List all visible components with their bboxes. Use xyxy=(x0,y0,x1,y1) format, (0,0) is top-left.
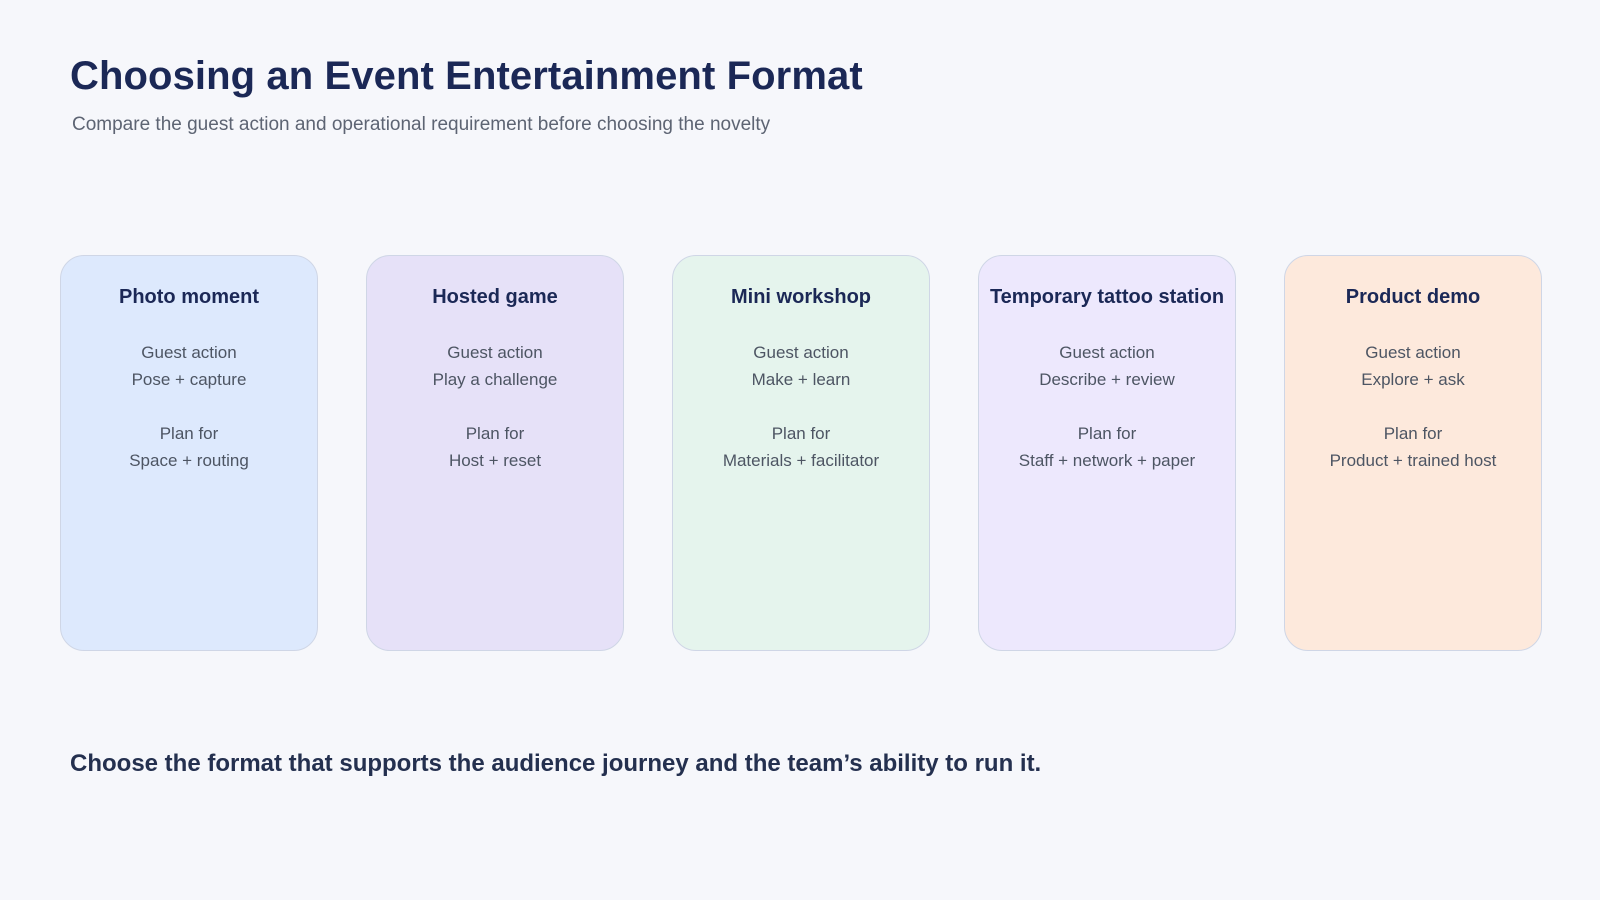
plan-for-value: Host + reset xyxy=(448,451,542,470)
guest-action-value: Make + learn xyxy=(751,370,851,389)
page-title: Choosing an Event Entertainment Format xyxy=(70,54,863,98)
page-subtitle: Compare the guest action and operational… xyxy=(72,114,771,135)
card-title: Photo moment xyxy=(119,286,259,308)
slide: Choosing an Event Entertainment Format C… xyxy=(0,0,1600,900)
card-title: Temporary tattoo station xyxy=(989,286,1225,308)
guest-action-value: Play a challenge xyxy=(432,370,558,389)
plan-for-value: Staff + network + paper xyxy=(1018,451,1196,470)
plan-for-label: Plan for xyxy=(1077,424,1137,443)
plan-for-label: Plan for xyxy=(1383,424,1443,443)
card-title: Hosted game xyxy=(432,286,558,308)
guest-action-value: Pose + capture xyxy=(131,370,247,389)
guest-action-label: Guest action xyxy=(447,343,543,362)
plan-for-value: Product + trained host xyxy=(1329,451,1497,470)
card-mini-workshop: Mini workshop Guest action Make + learn … xyxy=(672,255,930,651)
card-title: Product demo xyxy=(1345,286,1481,308)
guest-action-label: Guest action xyxy=(141,343,237,362)
guest-action-label: Guest action xyxy=(1059,343,1155,362)
card-product-demo: Product demo Guest action Explore + ask … xyxy=(1284,255,1542,651)
footer-takeaway: Choose the format that supports the audi… xyxy=(70,750,1042,777)
card-temporary-tattoo-station: Temporary tattoo station Guest action De… xyxy=(978,255,1236,651)
guest-action-label: Guest action xyxy=(1365,343,1461,362)
card-title: Mini workshop xyxy=(731,286,871,308)
card-photo-moment: Photo moment Guest action Pose + capture… xyxy=(60,255,318,651)
plan-for-label: Plan for xyxy=(159,424,219,443)
plan-for-label: Plan for xyxy=(771,424,831,443)
card-hosted-game: Hosted game Guest action Play a challeng… xyxy=(366,255,624,651)
guest-action-value: Explore + ask xyxy=(1361,370,1465,389)
format-cards: Photo moment Guest action Pose + capture… xyxy=(60,255,1542,651)
plan-for-label: Plan for xyxy=(465,424,525,443)
plan-for-value: Materials + facilitator xyxy=(722,451,880,470)
guest-action-value: Describe + review xyxy=(1039,370,1175,389)
plan-for-value: Space + routing xyxy=(129,451,249,470)
guest-action-label: Guest action xyxy=(753,343,849,362)
